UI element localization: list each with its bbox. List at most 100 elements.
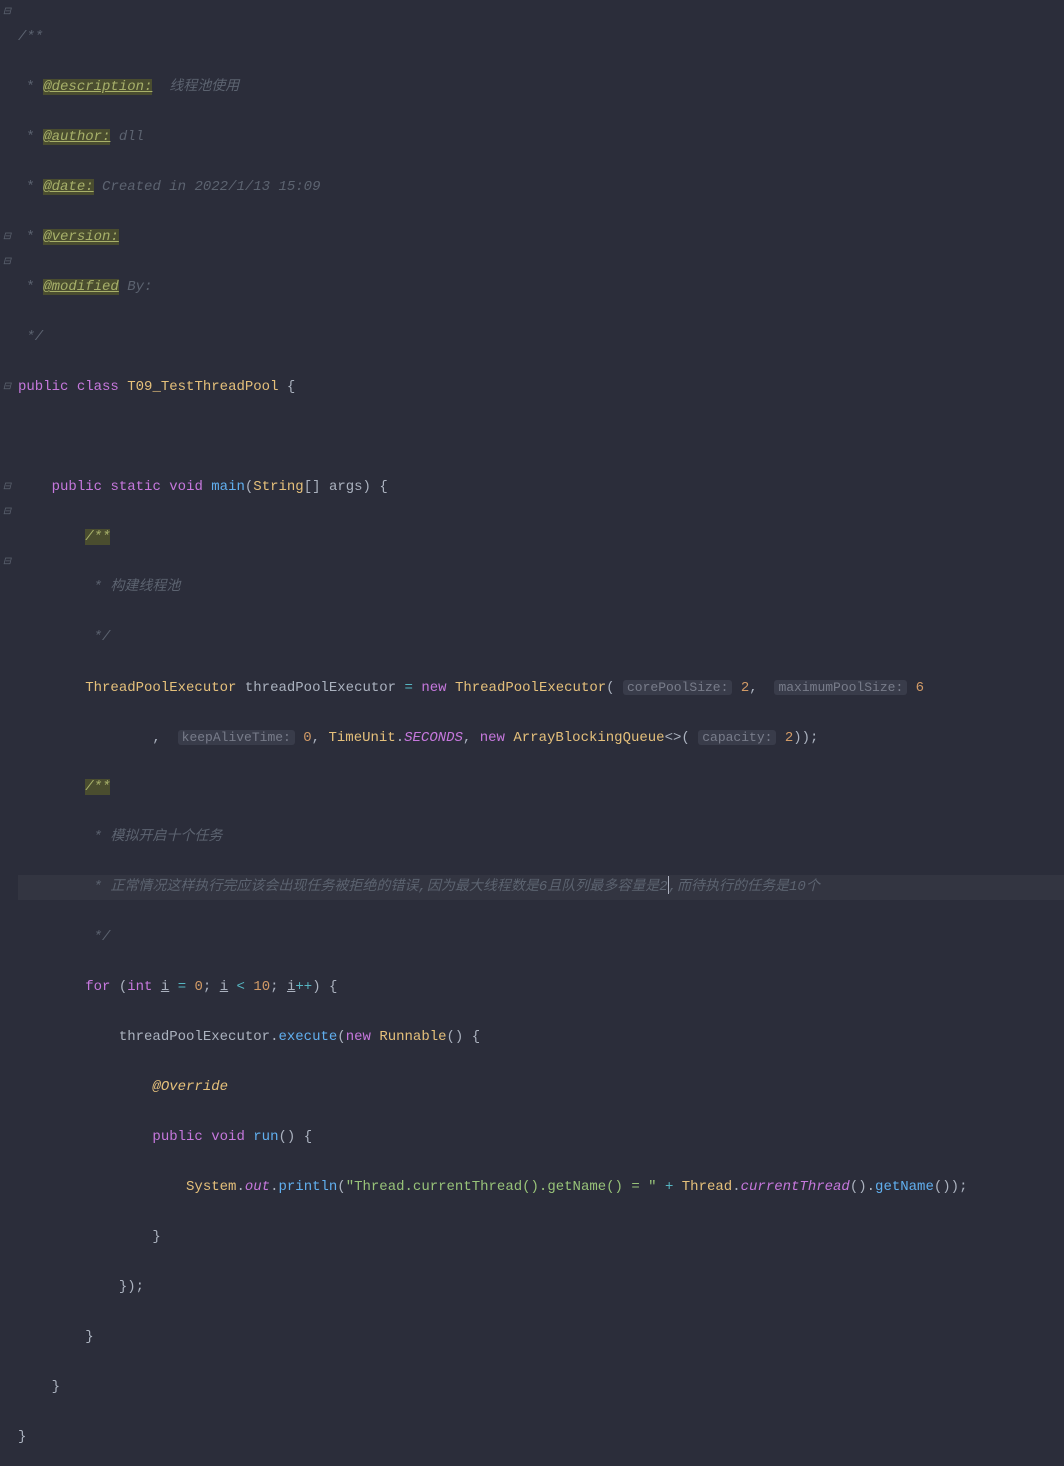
code-line[interactable]: /** — [18, 525, 1064, 550]
variable: threadPoolExecutor — [119, 1029, 270, 1045]
param-args: args — [329, 479, 363, 495]
variable: threadPoolExecutor — [245, 680, 396, 696]
type: ThreadPoolExecutor — [85, 680, 236, 696]
javadoc-close: */ — [85, 929, 110, 945]
javadoc-open: /** — [85, 779, 110, 795]
comment-text: * 构建线程池 — [85, 579, 180, 595]
kw-public: public — [18, 379, 68, 395]
code-line[interactable]: public class T09_TestThreadPool { — [18, 375, 1064, 400]
var-i: i — [161, 979, 169, 995]
fold-icon[interactable]: ⊟ — [2, 8, 12, 18]
code-line[interactable]: /** — [18, 775, 1064, 800]
fold-icon[interactable]: ⊟ — [2, 508, 12, 518]
code-line[interactable]: } — [18, 1325, 1064, 1350]
fold-icon[interactable]: ⊟ — [2, 383, 12, 393]
type: TimeUnit — [328, 730, 395, 746]
class-system: System — [186, 1179, 236, 1195]
param-hint: capacity: — [698, 730, 776, 745]
fold-icon[interactable]: ⊟ — [2, 483, 12, 493]
ctor: ThreadPoolExecutor — [455, 680, 606, 696]
doc-text: 线程池使用 — [152, 79, 239, 95]
code-line[interactable]: /** — [18, 25, 1064, 50]
code-area[interactable]: /** * @description: 线程池使用 * @author: dll… — [14, 0, 1064, 1466]
javadoc-open: /** — [18, 29, 43, 45]
code-line[interactable]: */ — [18, 325, 1064, 350]
string-literal: "Thread.currentThread().getName() = " — [346, 1179, 657, 1195]
code-line[interactable]: } — [18, 1425, 1064, 1450]
doc-text: Created in 2022/1/13 15:09 — [94, 179, 321, 195]
literal: 2 — [785, 730, 793, 746]
doc-tag-description: @description: — [43, 79, 152, 95]
code-line[interactable]: threadPoolExecutor.execute(new Runnable(… — [18, 1025, 1064, 1050]
param-hint: corePoolSize: — [623, 680, 732, 695]
param-hint: keepAliveTime: — [178, 730, 295, 745]
code-line[interactable]: System.out.println("Thread.currentThread… — [18, 1175, 1064, 1200]
code-editor[interactable]: ⊟ ⊟ ⊟ ⊟ ⊟ ⊟ ⊟ /** * @description: 线程池使用 … — [0, 0, 1064, 1466]
code-line[interactable]: , keepAliveTime: 0, TimeUnit.SECONDS, ne… — [18, 725, 1064, 750]
enum-value: SECONDS — [404, 730, 463, 746]
doc-tag-date: @date: — [43, 179, 93, 195]
kw-public: public — [152, 1129, 202, 1145]
doc-text: dll — [110, 129, 144, 145]
code-line[interactable]: } — [18, 1375, 1064, 1400]
kw-static: static — [110, 479, 160, 495]
annotation-override: @Override — [152, 1079, 228, 1095]
javadoc-open: /** — [85, 529, 110, 545]
fold-icon[interactable]: ⊟ — [2, 258, 12, 268]
kw-new: new — [421, 680, 446, 696]
literal: 0 — [303, 730, 311, 746]
javadoc-close: */ — [85, 629, 110, 645]
code-line[interactable]: * @version: — [18, 225, 1064, 250]
type-runnable: Runnable — [379, 1029, 446, 1045]
method-run: run — [253, 1129, 278, 1145]
param-hint: maximumPoolSize: — [774, 680, 907, 695]
code-line[interactable] — [18, 425, 1064, 450]
class-thread: Thread — [682, 1179, 732, 1195]
fold-icon[interactable]: ⊟ — [2, 558, 12, 568]
var-i: i — [220, 979, 228, 995]
code-line[interactable]: * @modified By: — [18, 275, 1064, 300]
comment-text: * 正常情况这样执行完应该会出现任务被拒绝的错误,因为最大线程数是6且队列最多容… — [85, 879, 667, 895]
code-line[interactable]: } — [18, 1225, 1064, 1250]
kw-new: new — [346, 1029, 371, 1045]
code-line[interactable]: @Override — [18, 1075, 1064, 1100]
method-currentthread: currentThread — [741, 1179, 850, 1195]
code-line[interactable]: */ — [18, 925, 1064, 950]
kw-class: class — [77, 379, 119, 395]
method-execute: execute — [278, 1029, 337, 1045]
code-line[interactable]: */ — [18, 625, 1064, 650]
doc-tag-modified: @modified — [43, 279, 119, 295]
field-out: out — [245, 1179, 270, 1195]
class-name: T09_TestThreadPool — [127, 379, 278, 395]
fold-icon[interactable]: ⊟ — [2, 233, 12, 243]
code-line[interactable]: * @author: dll — [18, 125, 1064, 150]
kw-for: for — [85, 979, 110, 995]
kw-void: void — [211, 1129, 245, 1145]
kw-new: new — [480, 730, 505, 746]
doc-text: By: — [119, 279, 153, 295]
comment-text: ,而待执行的任务是10个 — [669, 879, 820, 895]
code-line[interactable]: public void run() { — [18, 1125, 1064, 1150]
literal: 10 — [253, 979, 270, 995]
comment-text: * 模拟开启十个任务 — [85, 829, 222, 845]
type: ArrayBlockingQueue — [513, 730, 664, 746]
brace: { — [287, 379, 295, 395]
doc-tag-author: @author: — [43, 129, 110, 145]
method-main: main — [211, 479, 245, 495]
kw-public: public — [52, 479, 102, 495]
code-line[interactable]: * @date: Created in 2022/1/13 15:09 — [18, 175, 1064, 200]
code-line[interactable]: * 模拟开启十个任务 — [18, 825, 1064, 850]
method-println: println — [278, 1179, 337, 1195]
code-line[interactable]: * @description: 线程池使用 — [18, 75, 1064, 100]
kw-void: void — [169, 479, 203, 495]
code-line[interactable]: }); — [18, 1275, 1064, 1300]
method-getname: getName — [875, 1179, 934, 1195]
code-line[interactable]: ThreadPoolExecutor threadPoolExecutor = … — [18, 675, 1064, 700]
code-line[interactable]: * 构建线程池 — [18, 575, 1064, 600]
code-line[interactable]: public static void main(String[] args) { — [18, 475, 1064, 500]
code-line-active[interactable]: * 正常情况这样执行完应该会出现任务被拒绝的错误,因为最大线程数是6且队列最多容… — [18, 875, 1064, 900]
javadoc-close: */ — [18, 329, 43, 345]
code-line[interactable]: for (int i = 0; i < 10; i++) { — [18, 975, 1064, 1000]
fold-gutter: ⊟ ⊟ ⊟ ⊟ ⊟ ⊟ ⊟ — [0, 0, 14, 1466]
type-string: String — [253, 479, 303, 495]
